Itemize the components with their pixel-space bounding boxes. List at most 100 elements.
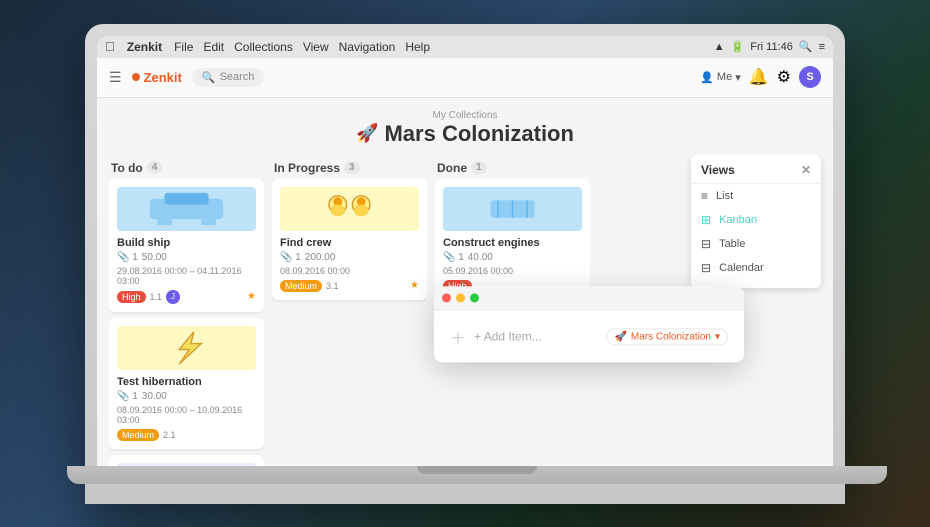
view-item-calendar[interactable]: ⊟ Calendar xyxy=(691,256,821,280)
card-engines-title: Construct engines xyxy=(443,237,582,249)
column-in-progress-header: In Progress 3 xyxy=(272,155,427,179)
card-build-ship-date: 29.08.2016 00:00 – 04.11.2016 03:00 xyxy=(117,266,256,286)
menu-edit[interactable]: Edit xyxy=(203,40,224,54)
column-in-progress-label: In Progress xyxy=(274,161,340,175)
time-display: Fri 11:46 xyxy=(750,41,793,53)
search-bar[interactable]: 🔍 Search xyxy=(192,68,265,87)
card-test-hibernation[interactable]: Test hibernation 📎 1 30.00 08.09.2016 00… xyxy=(109,318,264,449)
ship-illustration xyxy=(117,187,256,231)
collection-tag[interactable]: 🚀 Mars Colonization ▾ xyxy=(606,328,728,345)
list-view-icon: ≡ xyxy=(701,189,708,203)
view-table-label: Table xyxy=(719,238,745,250)
card-crew-date: 08.09.2016 00:00 xyxy=(280,266,419,276)
traffic-light-green[interactable] xyxy=(470,294,479,303)
chevron-down-icon: ▾ xyxy=(735,71,741,84)
card-build-ship-image xyxy=(117,187,256,231)
app-toolbar: ☰ Zenkit 🔍 Search 👤 Me ▾ 🔔 ⚙ xyxy=(97,58,833,98)
card-flight-menu[interactable]: Choose flight menu 📎 1 15.00 13.09.2016 … xyxy=(109,455,264,466)
screen-bezel:  Zenkit File Edit Collections View Navi… xyxy=(97,36,833,466)
search-icon: 🔍 xyxy=(202,71,216,84)
column-todo: To do 4 xyxy=(109,155,264,466)
card-hibernation-footer: Medium 2.1 xyxy=(117,429,256,441)
menu-collections[interactable]: Collections xyxy=(234,40,293,54)
star-crew-icon: ★ xyxy=(410,280,419,291)
view-item-table[interactable]: ⊟ Table xyxy=(691,232,821,256)
column-todo-label: To do xyxy=(111,161,143,175)
control-center-icon[interactable]: ≡ xyxy=(819,41,825,53)
card-crew-footer: Medium 3.1 ★ xyxy=(280,280,419,292)
sidebar-toggle-icon[interactable]: ☰ xyxy=(109,69,122,86)
notification-icon[interactable]: 🔔 xyxy=(749,67,769,87)
modal-body: ＋ + Add Item... 🚀 Mars Colonization ▾ xyxy=(434,311,744,363)
star-icon: ★ xyxy=(247,291,256,302)
column-in-progress: In Progress 3 xyxy=(272,155,427,466)
column-todo-cards: Build ship 📎 1 50.00 29.08.2016 00:00 – … xyxy=(109,179,264,466)
avatar[interactable]: S xyxy=(799,66,821,88)
battery-icon: 🔋 xyxy=(731,40,745,53)
card-find-crew[interactable]: Find crew 📎 1 200.00 08.09.2016 00:00 Me… xyxy=(272,179,427,300)
column-in-progress-cards: Find crew 📎 1 200.00 08.09.2016 00:00 Me… xyxy=(272,179,427,466)
apple-logo-icon:  xyxy=(105,39,115,54)
menu-navigation[interactable]: Navigation xyxy=(339,40,396,54)
card-crew-image xyxy=(280,187,419,231)
column-done-count: 1 xyxy=(471,161,487,174)
card-build-ship-meta: 📎 1 50.00 xyxy=(117,252,256,263)
card-hibernation-meta: 📎 1 30.00 xyxy=(117,391,256,402)
column-done-label: Done xyxy=(437,161,467,175)
menubar-items: File Edit Collections View Navigation He… xyxy=(174,40,430,54)
menubar:  Zenkit File Edit Collections View Navi… xyxy=(97,36,833,58)
add-item-icon: ＋ xyxy=(450,325,466,349)
main-content: To do 4 xyxy=(97,155,833,466)
views-panel-header: Views ✕ xyxy=(691,163,821,184)
rocket-small-icon: 🚀 xyxy=(614,331,626,342)
dot-badge: J xyxy=(166,290,180,304)
page-title: 🚀 Mars Colonization xyxy=(97,121,833,147)
column-done-header: Done 1 xyxy=(435,155,590,179)
card-build-ship-footer: High 1.1 J ★ xyxy=(117,290,256,304)
card-engines[interactable]: Construct engines 📎 1 40.00 05.09.2016 0… xyxy=(435,179,590,300)
badge-medium-crew: Medium xyxy=(280,280,322,292)
menu-file[interactable]: File xyxy=(174,40,193,54)
page-title-text: Mars Colonization xyxy=(384,121,573,147)
calendar-view-icon: ⊟ xyxy=(701,261,711,275)
badge-high: High xyxy=(117,291,146,303)
card-build-ship-title: Build ship xyxy=(117,237,256,249)
view-item-list[interactable]: ≡ List xyxy=(691,184,821,208)
collection-tag-label: Mars Colonization xyxy=(631,331,711,342)
card-hibernation-title: Test hibernation xyxy=(117,376,256,388)
settings-icon[interactable]: ⚙ xyxy=(777,67,791,87)
laptop-outer:  Zenkit File Edit Collections View Navi… xyxy=(85,24,845,504)
card-build-ship[interactable]: Build ship 📎 1 50.00 29.08.2016 00:00 – … xyxy=(109,179,264,312)
zenkit-dot-icon xyxy=(132,73,140,81)
crew-illustration xyxy=(280,187,419,231)
search-placeholder-text: Search xyxy=(220,71,255,83)
toolbar-right: 👤 Me ▾ 🔔 ⚙ S xyxy=(700,66,821,88)
column-in-progress-count: 3 xyxy=(344,161,360,174)
card-engines-image xyxy=(443,187,582,231)
zenkit-logo-text: Zenkit xyxy=(144,70,182,85)
engine-illustration xyxy=(443,187,582,231)
laptop-base xyxy=(67,466,887,484)
card-hibernation-image xyxy=(117,326,256,370)
traffic-light-yellow[interactable] xyxy=(456,294,465,303)
column-todo-count: 4 xyxy=(147,161,163,174)
views-close-button[interactable]: ✕ xyxy=(801,163,811,177)
menu-help[interactable]: Help xyxy=(405,40,430,54)
laptop-notch xyxy=(417,466,537,474)
user-button[interactable]: 👤 Me ▾ xyxy=(700,71,741,84)
views-panel: Views ✕ ≡ List ⊞ Kanban ⊟ Table xyxy=(691,155,821,288)
table-view-icon: ⊟ xyxy=(701,237,711,251)
add-item-input[interactable]: + Add Item... xyxy=(474,330,598,344)
kanban-view-icon: ⊞ xyxy=(701,213,711,227)
menubar-app-name: Zenkit xyxy=(127,40,162,54)
modal-titlebar xyxy=(434,287,744,311)
search-menubar-icon[interactable]: 🔍 xyxy=(799,40,813,53)
menu-view[interactable]: View xyxy=(303,40,329,54)
traffic-light-red[interactable] xyxy=(442,294,451,303)
view-item-kanban[interactable]: ⊞ Kanban xyxy=(691,208,821,232)
view-kanban-label: Kanban xyxy=(719,214,757,226)
card-crew-title: Find crew xyxy=(280,237,419,249)
card-crew-meta: 📎 1 200.00 xyxy=(280,252,419,263)
breadcrumb: My Collections xyxy=(97,110,833,121)
new-item-modal: ＋ + Add Item... 🚀 Mars Colonization ▾ xyxy=(434,287,744,363)
